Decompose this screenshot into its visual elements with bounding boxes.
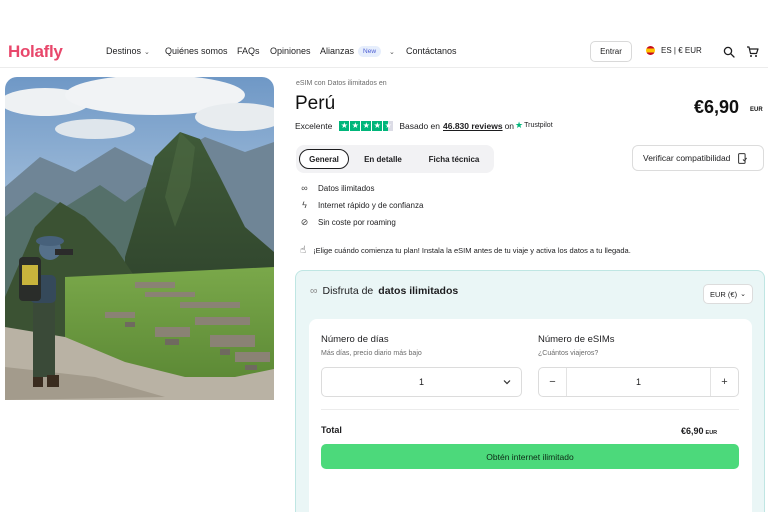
star-icon: ★ <box>361 120 372 131</box>
product-price-currency: EUR <box>750 107 763 113</box>
feature-label: Sin coste por roaming <box>318 218 396 227</box>
activation-notice: ☝ ¡Elige cuándo comienza tu plan! Instal… <box>300 245 631 256</box>
lightning-icon: ϟ <box>302 200 307 210</box>
plan-title-bold: datos ilimitados <box>378 285 459 297</box>
esims-value[interactable]: 1 <box>567 377 710 387</box>
decrement-button[interactable]: − <box>539 368 567 396</box>
plan-card: ∞ Disfruta de datos ilimitados EUR (€) ⌄… <box>295 270 765 512</box>
days-label: Número de días <box>321 334 389 345</box>
trustpilot-logo: ★ Trustpilot <box>515 120 553 131</box>
reviews-on: on <box>504 120 515 131</box>
infinity-icon: ∞ <box>310 285 318 297</box>
trustpilot-star-icon: ★ <box>515 120 524 130</box>
nav-destinos[interactable]: Destinos ⌄ <box>106 46 150 56</box>
esims-label: Número de eSIMs <box>538 334 615 345</box>
rating-label: Excelente <box>295 120 333 131</box>
holafly-logo[interactable]: Holafly <box>8 42 63 62</box>
total-currency: EUR <box>705 430 718 436</box>
tab-general[interactable]: General <box>299 149 349 169</box>
product-eyebrow: eSIM con Datos ilimitados en <box>296 80 387 87</box>
currency-select[interactable]: EUR (€) ⌄ <box>703 284 753 304</box>
trustpilot-rating: Excelente ★ ★ ★ ★ ★ Basado en 46.830 rev… <box>295 120 553 131</box>
plan-title-prefix: Disfruta de <box>322 285 374 297</box>
site-header: Holafly Destinos ⌄ Quiénes somos FAQs Opi… <box>0 0 768 68</box>
get-unlimited-internet-button[interactable]: Obtén internet ilimitado <box>321 444 739 469</box>
days-value: 1 <box>418 377 424 387</box>
esims-hint: ¿Cuántos viajeros? <box>538 350 599 357</box>
activation-notice-text: ¡Elige cuándo comienza tu plan! Instala … <box>313 246 631 255</box>
plan-options-panel: Número de días Más días, precio diario m… <box>309 319 752 512</box>
search-icon[interactable] <box>723 46 735 58</box>
verify-compatibility-button[interactable]: Verificar compatibilidad <box>632 145 764 171</box>
nav-opiniones[interactable]: Opiniones <box>270 46 311 56</box>
tab-ficha-tecnica[interactable]: Ficha técnica <box>420 149 488 169</box>
total-label: Total <box>321 425 342 435</box>
feature-label: Internet rápido y de confianza <box>318 200 424 210</box>
chevron-down-icon <box>503 380 511 385</box>
spain-flag-icon <box>646 46 655 55</box>
feature-label: Datos ilimitados <box>318 183 375 193</box>
infinity-icon: ∞ <box>301 183 308 193</box>
nav-destinos-label: Destinos <box>106 46 142 56</box>
increment-button[interactable]: + <box>710 368 738 396</box>
chevron-down-icon: ⌄ <box>389 49 395 56</box>
total-amount: €6,90 <box>681 426 704 436</box>
nav-alianzas-label: Alianzas <box>320 46 355 56</box>
product-country-title: Perú <box>295 93 336 114</box>
total-value: €6,90 EUR <box>681 426 717 436</box>
feature-no-roaming: ⊘ Sin coste por roaming <box>300 217 396 228</box>
nav-quienes-somos[interactable]: Quiénes somos <box>165 46 228 56</box>
star-icon: ★ <box>350 120 361 131</box>
chevron-down-icon: ⌄ <box>144 49 150 56</box>
hand-pointer-icon: ☝ <box>300 245 307 256</box>
currency-select-value: EUR (€) <box>710 289 738 299</box>
half-star-icon: ★ <box>383 120 394 131</box>
days-select[interactable]: 1 <box>321 367 522 397</box>
reviews-prefix: Basado en <box>399 120 440 131</box>
star-icon: ★ <box>372 120 383 131</box>
nav-faqs[interactable]: FAQs <box>237 46 260 56</box>
days-hint: Más días, precio diario más bajo <box>321 350 422 357</box>
login-button[interactable]: Entrar <box>590 41 632 62</box>
chevron-down-icon: ⌄ <box>740 291 746 298</box>
feature-fast-internet: ϟ Internet rápido y de confianza <box>300 200 423 210</box>
feature-unlimited-data: ∞ Datos ilimitados <box>300 183 374 193</box>
no-roaming-icon: ⊘ <box>300 217 309 227</box>
phone-check-icon <box>738 152 748 164</box>
machu-picchu-hero-image <box>5 77 274 400</box>
new-badge: New <box>358 46 382 57</box>
product-tabs: General En detalle Ficha técnica <box>296 145 494 173</box>
nav-alianzas[interactable]: Alianzas New ⌄ <box>320 46 395 58</box>
rating-stars: ★ ★ ★ ★ ★ <box>339 120 394 131</box>
verify-compatibility-label: Verificar compatibilidad <box>643 153 731 163</box>
star-icon: ★ <box>339 120 350 131</box>
cart-icon[interactable] <box>746 45 759 58</box>
esims-stepper: − 1 + <box>538 367 739 397</box>
plan-card-title: ∞ Disfruta de datos ilimitados <box>310 285 458 297</box>
divider <box>321 409 739 410</box>
language-currency-label: ES | € EUR <box>661 46 702 55</box>
reviews-link[interactable]: 46.830 reviews <box>443 121 503 131</box>
nav-contactanos[interactable]: Contáctanos <box>406 46 457 56</box>
language-currency-selector[interactable]: ES | € EUR <box>646 46 702 55</box>
trustpilot-label: Trustpilot <box>524 122 553 129</box>
tab-en-detalle[interactable]: En detalle <box>356 149 410 169</box>
product-price: €6,90 <box>694 97 740 117</box>
